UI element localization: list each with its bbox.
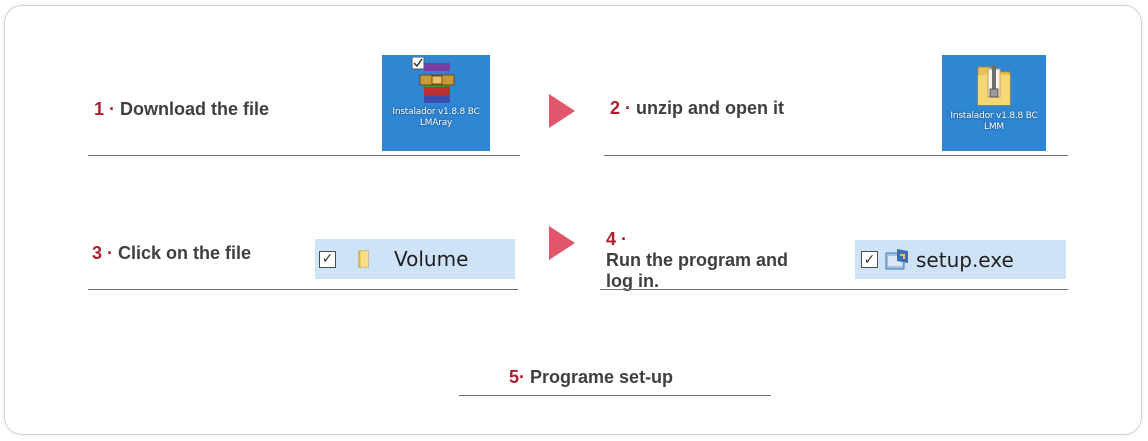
next-arrow-1: [549, 94, 575, 128]
setup-row[interactable]: ✓ setup.exe: [855, 240, 1066, 279]
step-3-text: Click on the file: [118, 243, 252, 263]
step-1-text: Download the file: [120, 99, 270, 119]
step-4-number: 4: [606, 229, 617, 249]
step-3-label: 3 · Click on the file: [92, 242, 251, 264]
archive-icon: [411, 57, 455, 103]
volume-checkbox[interactable]: ✓: [319, 250, 336, 268]
step-5-text: Programe set-up: [530, 367, 674, 387]
step-2-separator: ·: [620, 98, 637, 118]
volume-label: Volume: [394, 247, 469, 271]
step-2-text: unzip and open it: [636, 98, 784, 118]
step-4-label: 4 · Run the program and log in.: [606, 229, 836, 292]
folder-tile[interactable]: Instalador v1.8.8 BC LMM: [942, 55, 1046, 151]
step-3-divider: [88, 289, 518, 290]
step-1-number: 1: [94, 99, 105, 119]
step-2-divider: [604, 155, 1068, 156]
next-arrow-2: [549, 226, 575, 260]
step-5-number: 5: [509, 367, 520, 387]
step-5-label: 5· Programe set-up: [509, 366, 673, 388]
step-2-label: 2 · unzip and open it: [610, 97, 784, 119]
setup-label: setup.exe: [916, 247, 1014, 272]
volume-row[interactable]: ✓ Volume: [315, 239, 515, 279]
folder-icon: [977, 65, 1011, 106]
folder-icon: [358, 250, 369, 268]
rar-file-caption: Instalador v1.8.8 BC LMAray: [392, 107, 480, 128]
step-1-divider: [88, 155, 520, 156]
step-5-separator: ·: [519, 367, 531, 387]
step-3-separator: ·: [102, 243, 119, 263]
step-3-number: 3: [92, 243, 103, 263]
installer-icon: [885, 248, 908, 269]
step-1-label: 1 · Download the file: [94, 98, 269, 120]
setup-checkbox[interactable]: ✓: [861, 251, 878, 268]
folder-caption: Instalador v1.8.8 BC LMM: [950, 111, 1038, 132]
rar-file-tile[interactable]: Instalador v1.8.8 BC LMAray: [382, 55, 490, 151]
step-2-number: 2: [610, 98, 621, 118]
step-4-separator: ·: [616, 229, 628, 249]
step-1-separator: ·: [104, 99, 121, 119]
step-4-text: Run the program and log in.: [606, 250, 789, 291]
step-4-divider: [600, 289, 1068, 290]
step-5-divider: [459, 395, 771, 396]
